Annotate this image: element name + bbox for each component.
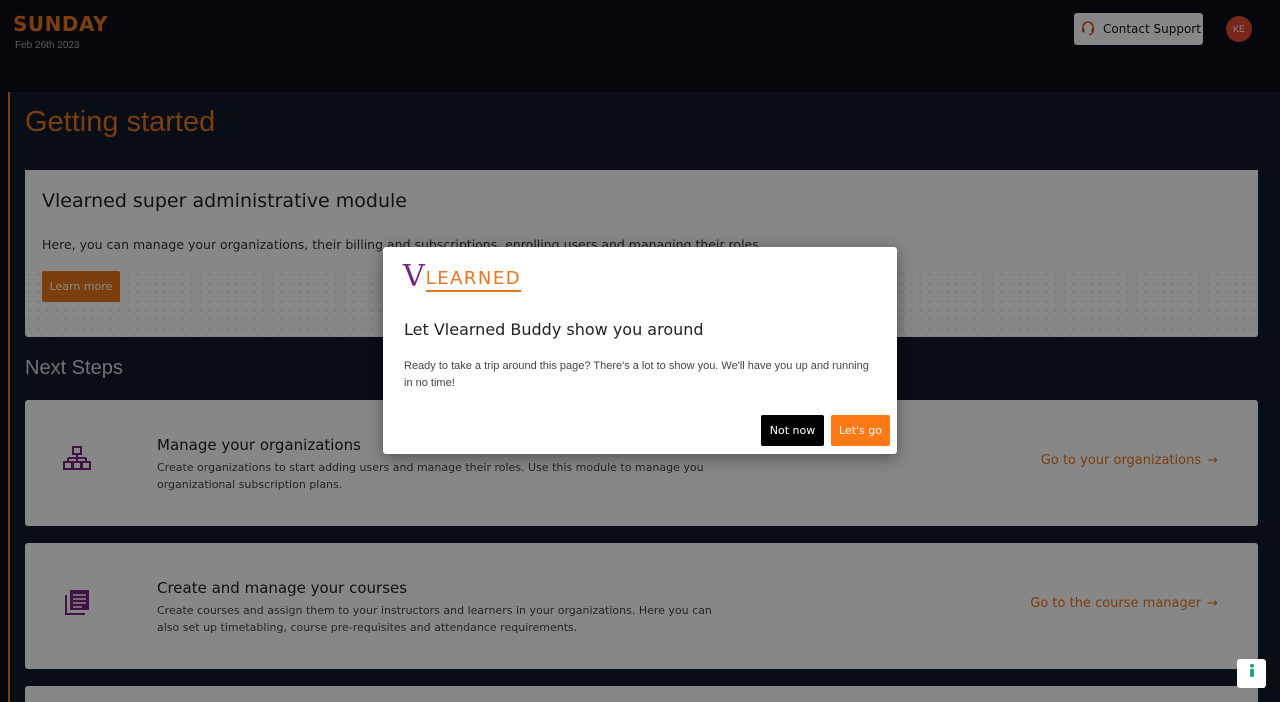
accessibility-widget-button[interactable] [1237, 659, 1266, 688]
tour-modal: V LEARNED Let Vlearned Buddy show you ar… [383, 247, 897, 454]
logo-text: LEARNED [425, 268, 522, 292]
logo-v: V [403, 259, 425, 294]
accessibility-icon [1246, 663, 1258, 684]
modal-body: Ready to take a trip around this page? T… [404, 360, 869, 389]
not-now-button[interactable]: Not now [761, 415, 824, 446]
lets-go-button[interactable]: Let's go [831, 415, 890, 446]
modal-title: Let Vlearned Buddy show you around [404, 320, 704, 339]
vlearned-logo: V LEARNED [403, 259, 522, 294]
